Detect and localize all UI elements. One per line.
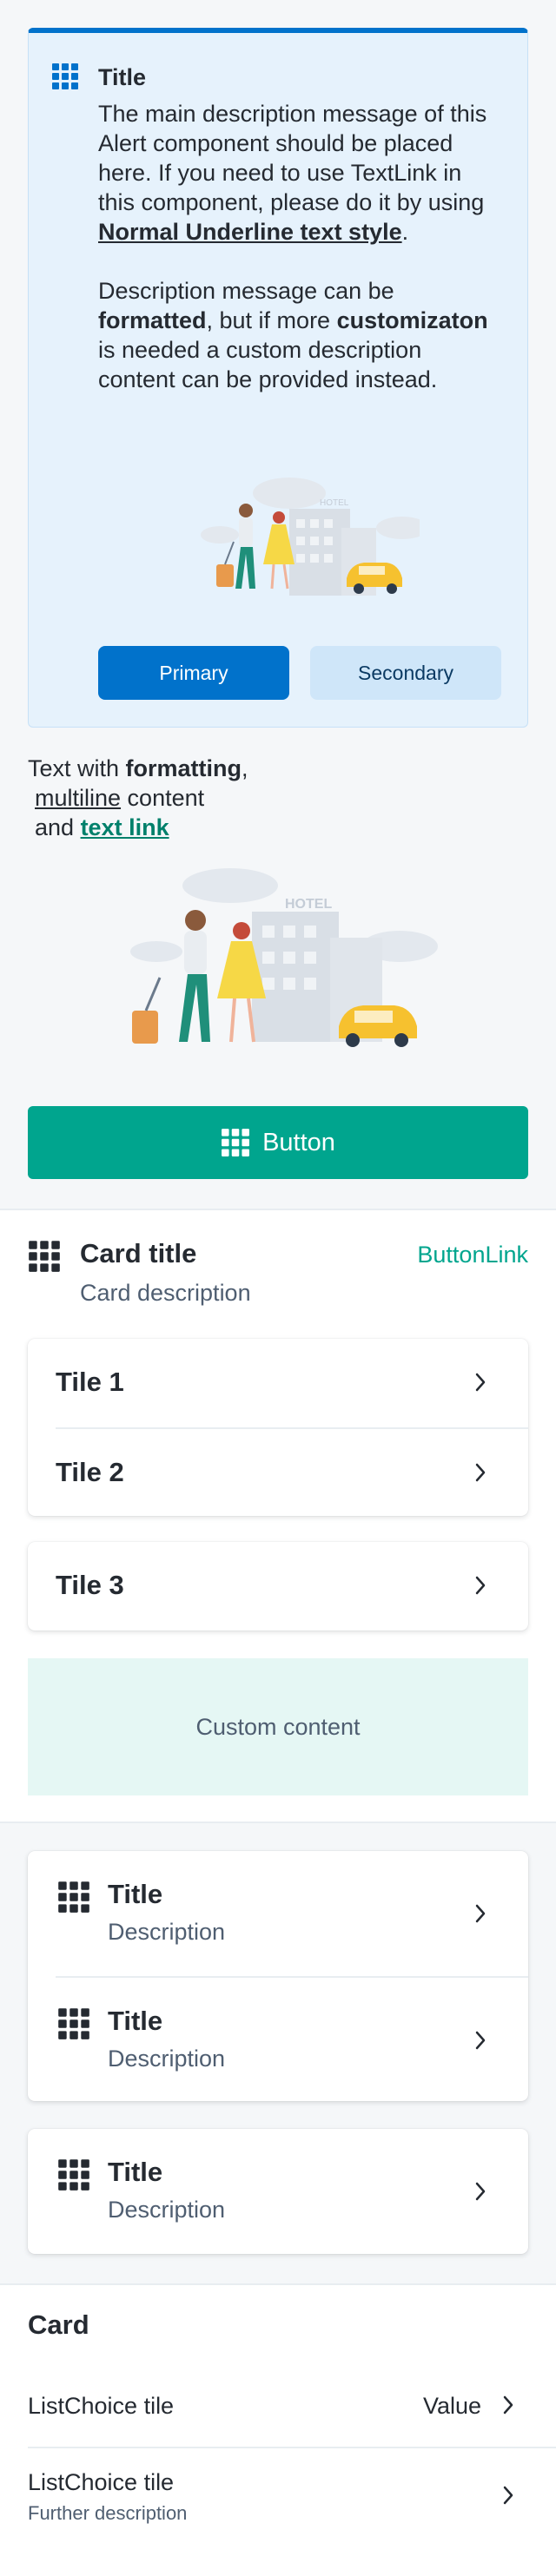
chevron-right-icon <box>475 2031 486 2050</box>
card-title: Card <box>28 2309 89 2340</box>
icon-tile[interactable]: Title Description <box>28 2129 528 2254</box>
icon-tile[interactable]: Title Description <box>28 1851 528 1976</box>
grid-icon <box>222 1129 250 1156</box>
tile-2[interactable]: Tile 2 <box>56 1427 528 1516</box>
tile-1[interactable]: Tile 1 <box>28 1339 528 1427</box>
listchoice-label: ListChoice tile <box>28 2393 175 2419</box>
svg-text:HOTEL: HOTEL <box>320 498 349 508</box>
primary-button[interactable]: Primary <box>98 646 289 700</box>
grid-icon <box>58 2008 89 2039</box>
tile-group: Title Description <box>28 2129 528 2254</box>
travel-illustration: HOTEL <box>201 478 420 596</box>
text-link[interactable]: text link <box>81 814 169 840</box>
tile-group: Title Description Title Description <box>28 1851 528 2101</box>
tile-description: Description <box>108 2197 226 2223</box>
alert-title: Title <box>98 64 147 90</box>
tile-group: Tile 1 Tile 2 <box>28 1339 528 1516</box>
tile-description: Description <box>108 2046 226 2072</box>
chevron-right-icon <box>475 1373 486 1392</box>
tile-label: Tile 3 <box>56 1570 124 1600</box>
card-title: Card title <box>80 1238 197 1268</box>
chevron-right-icon <box>475 1904 486 1923</box>
tile-title: Title <box>108 2006 163 2036</box>
listchoice-value: Value <box>422 2393 481 2419</box>
travel-illustration: HOTEL <box>130 868 438 1047</box>
chevron-right-icon <box>503 2395 513 2415</box>
tile-3[interactable]: Tile 3 <box>28 1542 528 1631</box>
normal-underline-link[interactable]: Normal Underline text style <box>98 219 402 245</box>
listchoice-label: ListChoice tile <box>28 2469 175 2495</box>
button-link[interactable]: ButtonLink <box>417 1242 528 1268</box>
tile-title: Title <box>108 1879 163 1909</box>
icon-tile[interactable]: Title Description <box>56 1976 528 2101</box>
tile-title: Title <box>108 2157 163 2187</box>
main-button-label: Button <box>262 1128 335 1156</box>
svg-text:HOTEL: HOTEL <box>285 897 332 912</box>
grid-icon <box>58 1881 89 1913</box>
icon-tiles-section: Title Description Title Description Titl… <box>0 1823 556 2283</box>
listchoice-tile[interactable]: ListChoice tile Value <box>0 2363 556 2448</box>
grid-icon <box>29 1241 60 1272</box>
listchoice-tile[interactable]: ListChoice tile Further description <box>0 2448 556 2544</box>
chevron-right-icon <box>475 2182 486 2201</box>
formatted-text: Text with formatting, multiline content … <box>28 755 248 840</box>
alert: Title The main description message of th… <box>28 28 528 728</box>
tile-description: Description <box>108 1919 226 1945</box>
tile-label: Tile 1 <box>56 1367 124 1397</box>
card: Card title Card description ButtonLink T… <box>0 1210 556 1822</box>
chevron-right-icon <box>503 2486 513 2505</box>
secondary-button[interactable]: Secondary <box>310 646 501 700</box>
chevron-right-icon <box>475 1576 486 1595</box>
alert-description: The main description message of this Ale… <box>98 101 488 392</box>
listchoice-card: Card ListChoice tile Value ListChoice ti… <box>0 2285 556 2576</box>
grid-icon <box>52 63 78 89</box>
card-description: Card description <box>80 1280 251 1306</box>
chevron-right-icon <box>475 1463 486 1482</box>
tile-label: Tile 2 <box>56 1457 124 1487</box>
tile-group: Tile 3 <box>28 1542 528 1631</box>
custom-content: Custom content <box>28 1658 528 1795</box>
listchoice-description: Further description <box>28 2502 188 2524</box>
grid-icon <box>58 2159 89 2191</box>
main-button[interactable]: Button <box>28 1106 528 1179</box>
